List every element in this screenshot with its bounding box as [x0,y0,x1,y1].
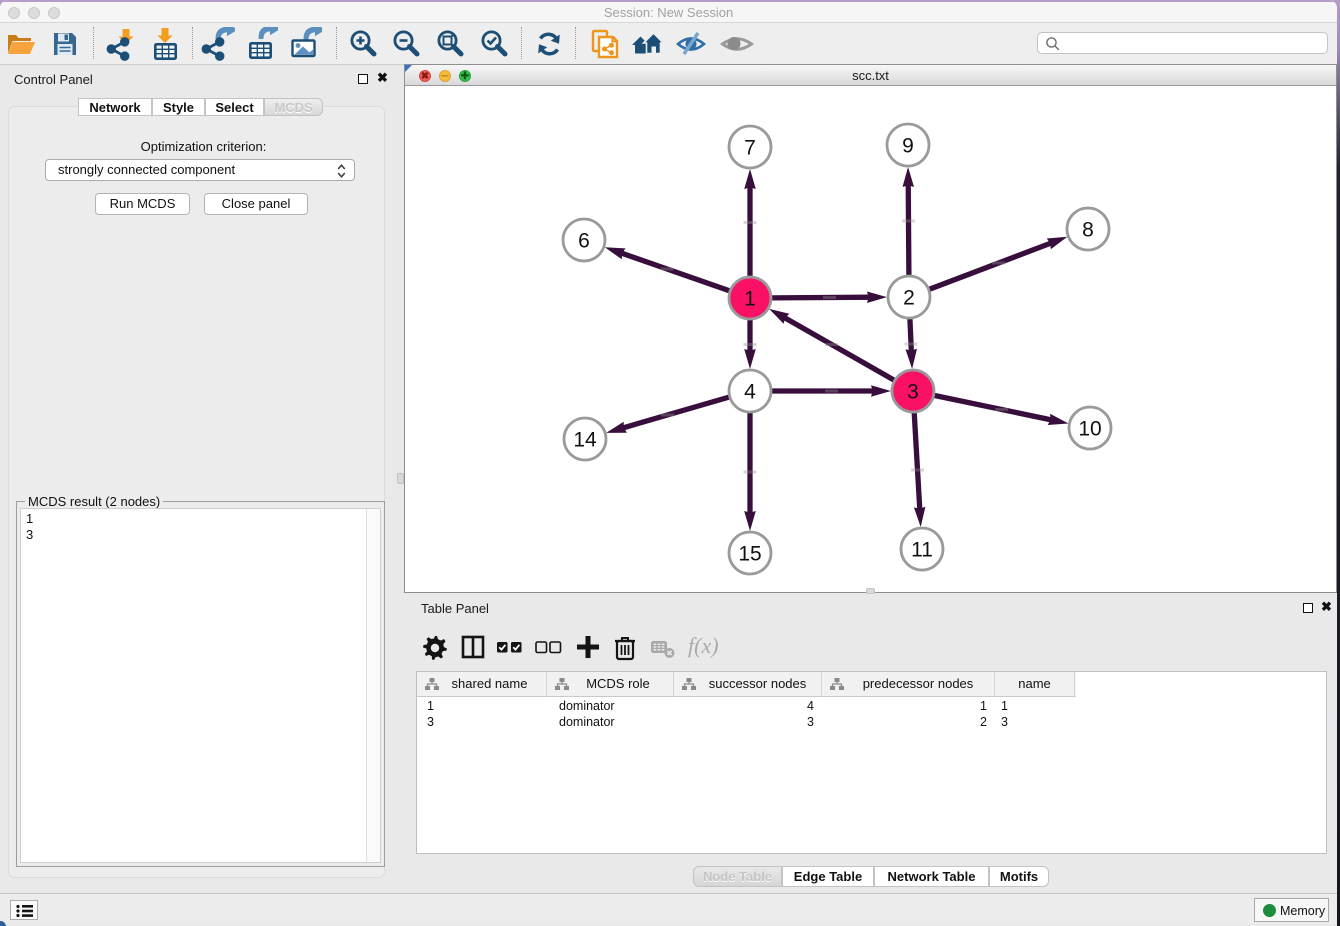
svg-text:4: 4 [744,381,756,404]
svg-text:7: 7 [744,137,756,160]
svg-text:3: 3 [907,381,919,404]
svg-text:8: 8 [1082,219,1094,242]
svg-text:2: 2 [903,287,915,310]
svg-text:6: 6 [578,230,590,253]
svg-text:10: 10 [1078,418,1101,441]
svg-text:14: 14 [573,429,597,452]
svg-text:15: 15 [738,543,761,566]
svg-text:9: 9 [902,135,914,158]
svg-text:11: 11 [911,539,933,562]
svg-text:1: 1 [744,288,756,311]
